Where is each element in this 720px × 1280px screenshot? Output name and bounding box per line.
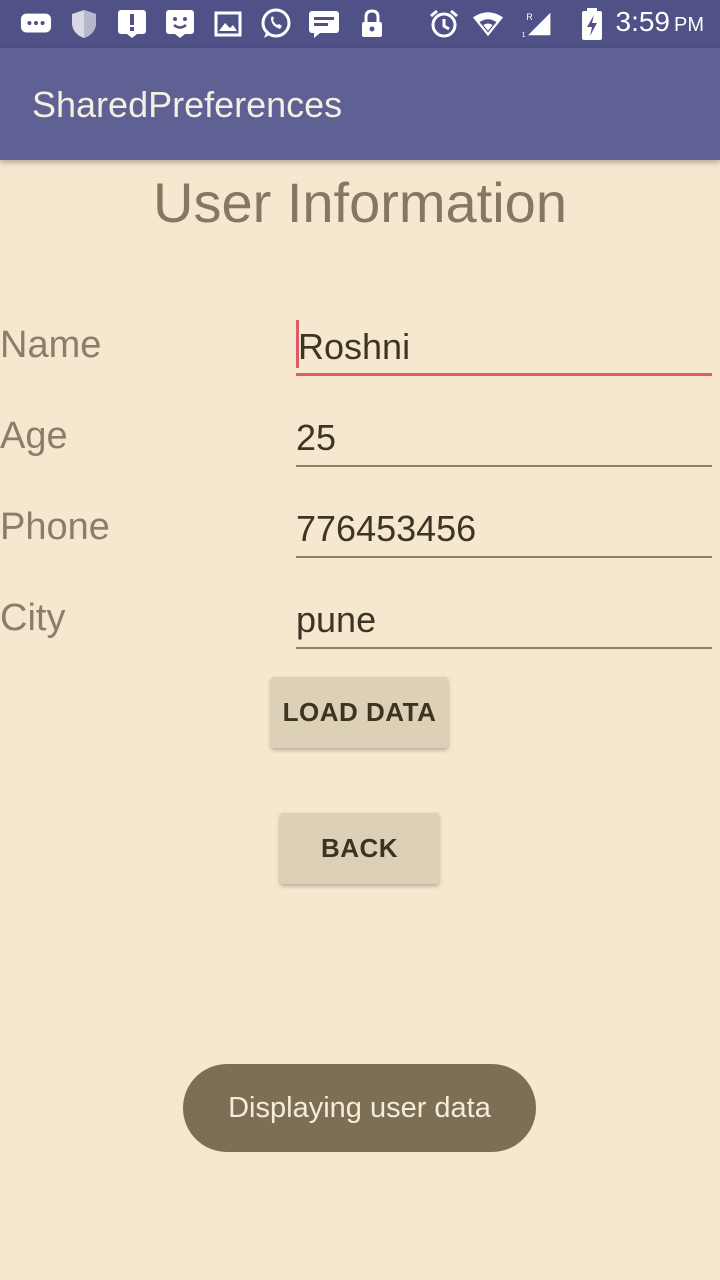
shield-icon: [68, 8, 100, 40]
city-label: City: [0, 597, 66, 639]
load-data-button[interactable]: LOAD DATA: [271, 677, 448, 748]
svg-text:1: 1: [522, 30, 526, 39]
battery-charging-icon: [576, 8, 608, 40]
whatsapp-icon: [260, 8, 292, 40]
status-clock: 3:59 PM: [615, 6, 705, 37]
message-icon: [308, 8, 340, 40]
name-label: Name: [0, 324, 102, 366]
toast-message: Displaying user data: [183, 1064, 536, 1152]
age-value: 25: [296, 417, 337, 458]
image-icon: [212, 8, 244, 40]
name-value: Roshni: [298, 326, 411, 367]
city-field[interactable]: pune: [296, 593, 712, 649]
phone-label: Phone: [0, 506, 110, 548]
status-bar: R1 3:59 PM: [0, 0, 720, 48]
phone-value: 776453456: [296, 508, 477, 549]
name-field[interactable]: Roshni: [296, 320, 712, 376]
svg-text:R: R: [526, 12, 532, 22]
age-field[interactable]: 25: [296, 411, 712, 467]
alarm-icon: [428, 8, 460, 40]
phone-field[interactable]: 776453456: [296, 502, 712, 558]
lock-icon: [356, 8, 388, 40]
chat-bubble-icon: [20, 8, 52, 40]
wifi-icon: [472, 8, 504, 40]
signal-icon: R1: [520, 8, 552, 40]
page-title: User Information: [153, 171, 567, 234]
city-value: pune: [296, 599, 377, 640]
alert-icon: [116, 8, 148, 40]
face-icon: [164, 8, 196, 40]
age-label: Age: [0, 415, 68, 457]
back-button[interactable]: BACK: [280, 813, 439, 884]
app-bar: SharedPreferences: [0, 48, 720, 160]
app-bar-title: SharedPreferences: [32, 84, 343, 125]
